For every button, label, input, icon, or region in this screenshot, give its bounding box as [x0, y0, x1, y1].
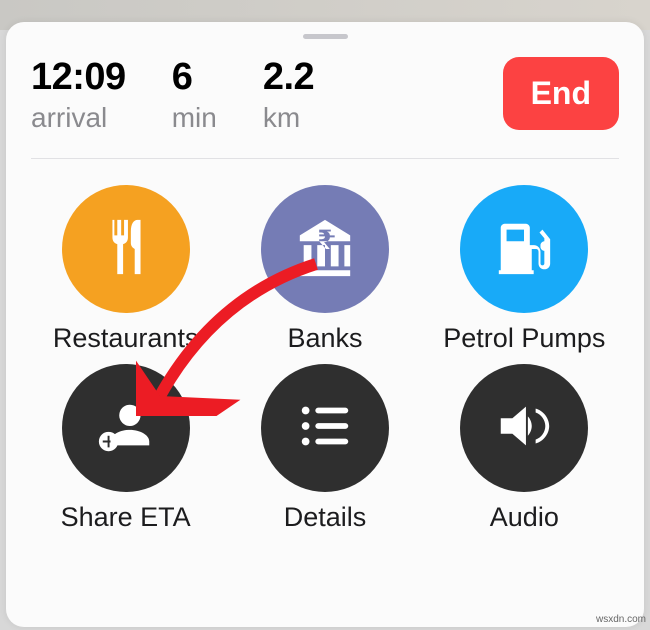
trip-header: 12:09 arrival 6 min 2.2 km End — [31, 55, 619, 159]
end-button[interactable]: End — [503, 57, 619, 130]
petrol-label: Petrol Pumps — [443, 323, 605, 354]
audio-circle — [460, 364, 588, 492]
arrival-label: arrival — [31, 101, 126, 135]
distance-value: 2.2 — [263, 55, 314, 101]
distance-label: km — [263, 101, 314, 135]
watermark: wsxdn.com — [596, 614, 646, 625]
speaker-icon — [493, 395, 555, 462]
minutes-label: min — [172, 101, 217, 135]
add-person-icon — [95, 395, 157, 462]
navigation-sheet: 12:09 arrival 6 min 2.2 km End Restauran… — [6, 22, 644, 627]
sheet-grabber[interactable] — [303, 34, 348, 39]
restaurants-circle — [62, 185, 190, 313]
share-eta-label: Share ETA — [61, 502, 191, 533]
fuel-pump-icon — [493, 216, 555, 283]
share-eta-circle — [62, 364, 190, 492]
petrol-circle — [460, 185, 588, 313]
share-eta-option[interactable]: Share ETA — [31, 364, 220, 533]
details-option[interactable]: Details — [230, 364, 419, 533]
restaurants-option[interactable]: Restaurants — [31, 185, 220, 354]
fork-knife-icon — [95, 216, 157, 283]
petrol-option[interactable]: Petrol Pumps — [430, 185, 619, 354]
audio-option[interactable]: Audio — [430, 364, 619, 533]
arrival-time: 12:09 — [31, 55, 126, 101]
details-circle — [261, 364, 389, 492]
banks-option[interactable]: Banks — [230, 185, 419, 354]
banks-label: Banks — [287, 323, 362, 354]
arrival-stat: 12:09 arrival — [31, 55, 126, 134]
distance-stat: 2.2 km — [263, 55, 314, 134]
bank-rupee-icon — [294, 216, 356, 283]
restaurants-label: Restaurants — [53, 323, 199, 354]
details-label: Details — [284, 502, 367, 533]
trip-stats: 12:09 arrival 6 min 2.2 km — [31, 55, 314, 134]
list-icon — [294, 395, 356, 462]
audio-label: Audio — [490, 502, 559, 533]
banks-circle — [261, 185, 389, 313]
minutes-stat: 6 min — [172, 55, 217, 134]
options-grid: Restaurants Banks Petrol Pumps — [31, 185, 619, 533]
minutes-value: 6 — [172, 55, 217, 101]
